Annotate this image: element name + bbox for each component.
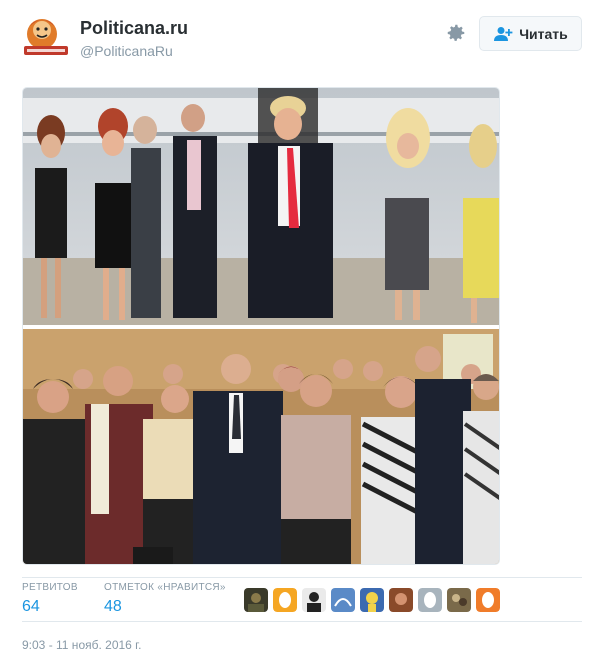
liker-avatar[interactable] [331,588,355,612]
tweet-stats: РЕТВИТОВ 64 ОТМЕТОК «НРАВИТСЯ» 48 [22,582,582,622]
tweet-media[interactable] [22,87,500,565]
tweet-timestamp[interactable]: 9:03 - 11 нояб. 2016 г. [22,638,141,652]
liker-avatar[interactable] [447,588,471,612]
add-user-icon [494,26,513,41]
liker-avatar[interactable] [244,588,268,612]
likers-avatars [244,588,500,612]
gear-icon[interactable] [445,22,467,44]
likes-stat[interactable]: ОТМЕТОК «НРАВИТСЯ» 48 [104,582,226,616]
media-photo-2[interactable] [23,329,499,564]
author-handle[interactable]: @PoliticanaRu [80,43,173,59]
author-avatar[interactable] [22,16,70,58]
follow-button-label: Читать [519,25,568,42]
liker-avatar[interactable] [360,588,384,612]
liker-avatar[interactable] [302,588,326,612]
retweets-count: 64 [22,598,40,615]
tweet-header: Politicana.ru @PoliticanaRu Читать [22,16,582,60]
stats-divider-top [22,577,582,578]
liker-avatar[interactable] [476,588,500,612]
liker-avatar[interactable] [418,588,442,612]
stats-divider-bottom [22,621,582,622]
follow-button[interactable]: Читать [479,16,582,51]
author-name[interactable]: Politicana.ru [80,18,188,39]
media-photo-1[interactable] [23,88,499,325]
retweets-stat[interactable]: РЕТВИТОВ 64 [22,582,78,616]
politicana-logo-icon [24,19,68,55]
liker-avatar[interactable] [389,588,413,612]
likes-label: ОТМЕТОК «НРАВИТСЯ» [104,582,226,593]
liker-avatar[interactable] [273,588,297,612]
retweets-label: РЕТВИТОВ [22,582,78,593]
likes-count: 48 [104,598,122,615]
